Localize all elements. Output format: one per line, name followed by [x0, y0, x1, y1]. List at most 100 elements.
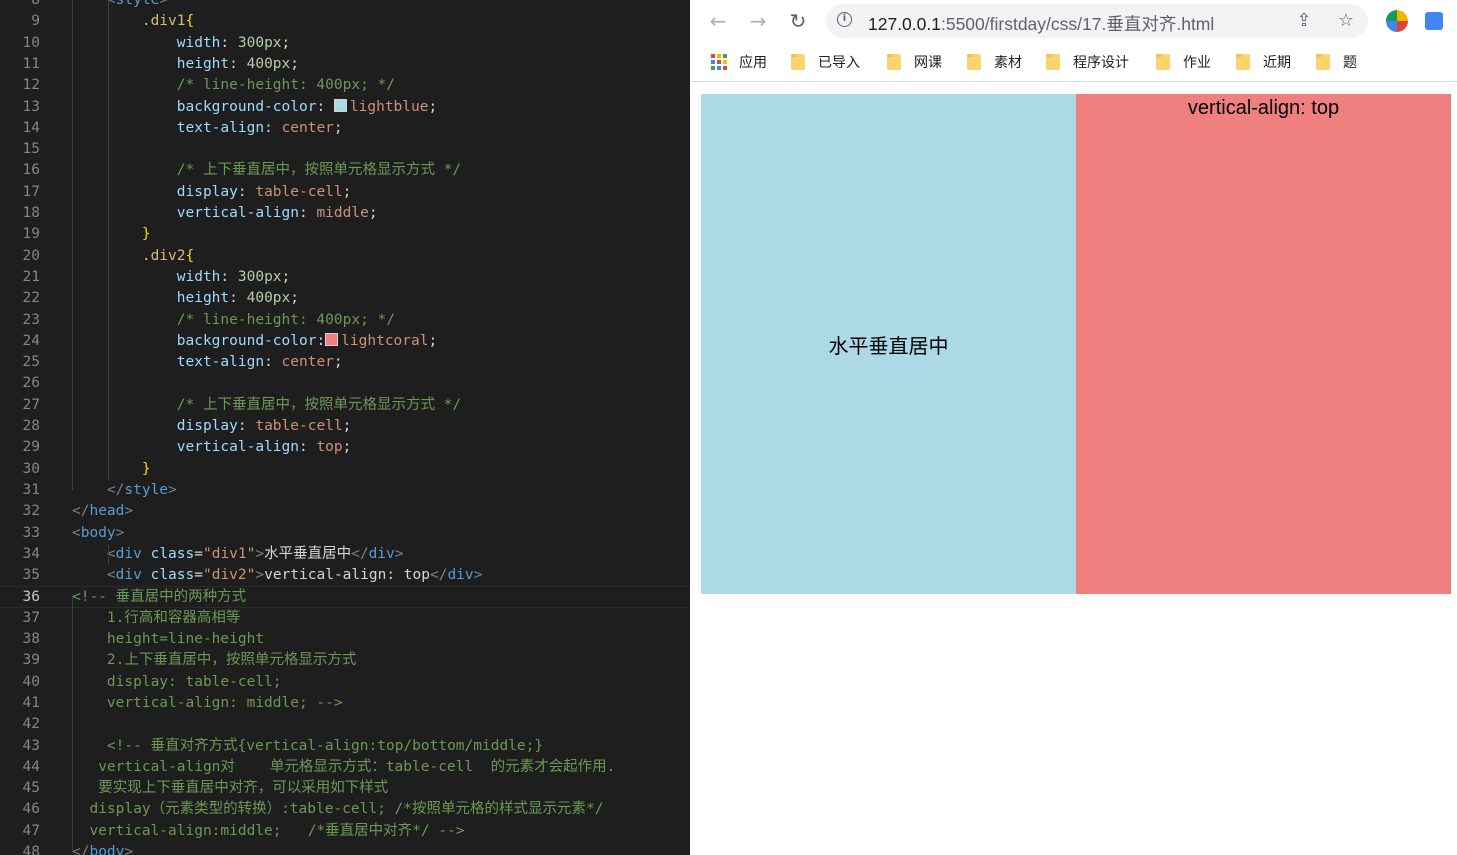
- code-line[interactable]: 30 }: [0, 459, 690, 480]
- folder-icon: [1046, 54, 1060, 70]
- code-line[interactable]: 47 vertical-align:middle; /*垂直居中对齐*/ -->: [0, 821, 690, 842]
- code-line[interactable]: 48 </body>: [0, 842, 690, 855]
- folder-icon: [887, 54, 901, 70]
- code-line[interactable]: 15: [0, 139, 690, 160]
- line-number: 19: [22, 226, 40, 243]
- line-number: 44: [22, 758, 40, 775]
- code-line[interactable]: 41 vertical-align: middle; -->: [0, 693, 690, 714]
- share-icon[interactable]: ⇪: [1293, 10, 1315, 32]
- reload-button[interactable]: ↻: [785, 8, 811, 34]
- bookmark-label: 程序设计: [1073, 54, 1129, 70]
- code-line[interactable]: 17 display: table-cell;: [0, 182, 690, 203]
- code-text: background-color: lightblue;: [72, 98, 438, 115]
- code-text: 1.行高和容器高相等: [72, 609, 241, 626]
- code-line[interactable]: 45 要实现上下垂直居中对齐，可以采用如下样式: [0, 778, 690, 799]
- code-line[interactable]: 9 .div1{: [0, 11, 690, 32]
- line-number: 24: [22, 332, 40, 349]
- bookmark-item[interactable]: 已导入: [791, 52, 860, 72]
- code-line[interactable]: 44 vertical-align对 单元格显示方式：table-cell 的元…: [0, 757, 690, 778]
- code-line[interactable]: 34 <div class="div1">水平垂直居中</div>: [0, 544, 690, 565]
- code-line[interactable]: 23 /* line-height: 400px; */: [0, 310, 690, 331]
- back-button[interactable]: ←: [705, 8, 731, 34]
- bookmark-item[interactable]: 近期: [1236, 52, 1291, 72]
- forward-button[interactable]: →: [745, 8, 771, 34]
- code-line[interactable]: 39 2.上下垂直居中，按照单元格显示方式: [0, 650, 690, 671]
- code-text: display: table-cell;: [72, 673, 282, 690]
- code-line[interactable]: 8 <style>: [0, 0, 690, 11]
- code-line[interactable]: 19 }: [0, 224, 690, 245]
- code-text: /* line-height: 400px; */: [72, 77, 396, 94]
- line-number: 28: [22, 418, 40, 434]
- bookmark-item[interactable]: 作业: [1156, 52, 1211, 72]
- code-line[interactable]: 33 <body>: [0, 523, 690, 544]
- code-line[interactable]: 43 <!-- 垂直对齐方式{vertical-align:top/bottom…: [0, 736, 690, 757]
- line-number: 35: [22, 567, 40, 584]
- code-line[interactable]: 26: [0, 373, 690, 394]
- code-line[interactable]: 13 background-color: lightblue;: [0, 97, 690, 118]
- code-line[interactable]: 10 width: 300px;: [0, 33, 690, 54]
- code-line[interactable]: 22 height: 400px;: [0, 288, 690, 309]
- line-number: 20: [22, 247, 40, 264]
- code-line[interactable]: 21 width: 300px;: [0, 267, 690, 288]
- code-line[interactable]: 32 </head>: [0, 501, 690, 522]
- code-line[interactable]: 20 .div2{: [0, 246, 690, 267]
- code-text: <style>: [72, 0, 169, 8]
- code-line[interactable]: 25 text-align: center;: [0, 352, 690, 373]
- code-line[interactable]: 46 display（元素类型的转换）:table-cell; /*按照单元格的…: [0, 799, 690, 820]
- line-number: 11: [22, 55, 40, 72]
- bookmark-item[interactable]: 程序设计: [1046, 52, 1129, 72]
- code-text: vertical-align: middle;: [72, 205, 378, 221]
- code-line[interactable]: 12 /* line-height: 400px; */: [0, 75, 690, 96]
- bookmark-item[interactable]: 应用: [711, 52, 767, 72]
- code-line[interactable]: 28 display: table-cell;: [0, 416, 690, 437]
- line-number: 32: [22, 503, 40, 520]
- indent-guide: [108, 545, 109, 565]
- code-text: </body>: [72, 844, 134, 855]
- code-line[interactable]: 31 </style>: [0, 480, 690, 501]
- color-swatch-icon[interactable]: [333, 98, 347, 112]
- code-text: background-color: lightcoral;: [72, 332, 438, 349]
- code-line[interactable]: 29 vertical-align: top;: [0, 437, 690, 458]
- line-number: 15: [22, 141, 40, 158]
- code-line[interactable]: 35 <div class="div2">vertical-align: top…: [0, 565, 690, 586]
- code-line[interactable]: 16 /* 上下垂直居中，按照单元格显示方式 */: [0, 160, 690, 181]
- line-number: 16: [22, 162, 40, 179]
- bookmark-label: 网课: [914, 54, 942, 70]
- line-number: 48: [22, 844, 40, 855]
- bookmark-item[interactable]: 网课: [887, 52, 942, 72]
- line-number: 39: [22, 652, 40, 669]
- code-text: vertical-align: middle; -->: [72, 694, 343, 711]
- site-info-icon[interactable]: i: [837, 12, 852, 27]
- code-text: <body>: [72, 524, 125, 541]
- folder-icon: [1156, 54, 1170, 70]
- google-translate-icon[interactable]: [1425, 12, 1443, 30]
- apps-grid-icon: [711, 54, 727, 70]
- line-number: 25: [22, 354, 40, 371]
- bookmark-item[interactable]: 题: [1316, 52, 1357, 72]
- code-editor[interactable]: 8 <style> 9 .div1{10 width: 300px; 11 heig…: [0, 0, 690, 855]
- code-text: vertical-align对 单元格显示方式：table-cell 的元素才会…: [72, 758, 616, 775]
- color-swatch-icon[interactable]: [325, 332, 339, 346]
- line-number: 43: [22, 737, 40, 754]
- code-line[interactable]: 11 height: 400px;: [0, 54, 690, 75]
- code-line[interactable]: 24 background-color: lightcoral;: [0, 331, 690, 352]
- code-text: vertical-align: top;: [72, 439, 352, 456]
- code-line[interactable]: 14 text-align: center;: [0, 118, 690, 139]
- bookmark-item[interactable]: 素材: [967, 52, 1022, 72]
- code-line[interactable]: 38 height=line-height: [0, 629, 690, 650]
- code-line[interactable]: 37 1.行高和容器高相等: [0, 608, 690, 629]
- line-number: 8: [31, 0, 40, 8]
- extension-colorful-icon[interactable]: [1386, 10, 1408, 32]
- code-line[interactable]: 18 vertical-align: middle;: [0, 203, 690, 224]
- code-line[interactable]: 40 display: table-cell;: [0, 672, 690, 693]
- address-bar[interactable]: i 127.0.0.1:5500/firstday/css/17.垂直对齐.ht…: [826, 4, 1368, 38]
- code-text: display（元素类型的转换）:table-cell; /*按照单元格的样式显…: [72, 801, 604, 818]
- bookmark-star-icon[interactable]: ☆: [1335, 10, 1357, 32]
- url-text[interactable]: 127.0.0.1:5500/firstday/css/17.垂直对齐.html: [868, 11, 1214, 36]
- div2-text: vertical-align: top: [1187, 97, 1340, 119]
- indent-guide: [108, 0, 109, 480]
- indent-guide: [72, 0, 73, 490]
- code-line[interactable]: 36 <!-- 垂直居中的两种方式: [0, 586, 690, 608]
- code-line[interactable]: 27 /* 上下垂直居中，按照单元格显示方式 */: [0, 395, 690, 416]
- code-line[interactable]: 42: [0, 714, 690, 735]
